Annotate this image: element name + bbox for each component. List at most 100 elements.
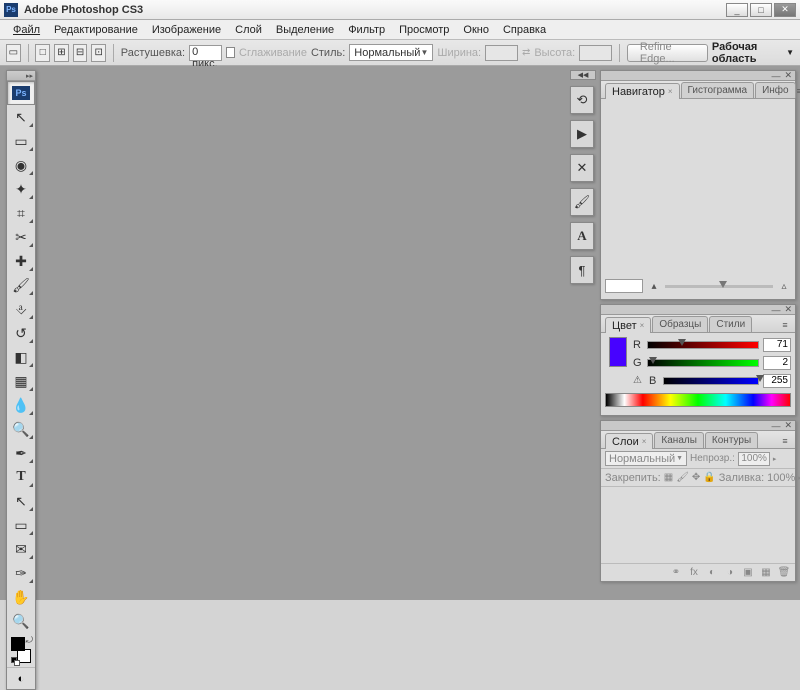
menu-window[interactable]: Окно xyxy=(456,22,496,38)
menu-filter[interactable]: Фильтр xyxy=(341,22,392,38)
minimize-button[interactable]: _ xyxy=(726,3,748,17)
r-slider[interactable] xyxy=(647,341,759,349)
panel-minimize-icon[interactable]: — xyxy=(771,421,780,431)
clone-stamp-tool[interactable]: ⎀ xyxy=(7,297,35,321)
menu-help[interactable]: Справка xyxy=(496,22,553,38)
selection-new-icon[interactable]: □ xyxy=(35,44,50,62)
dock-character-icon[interactable]: A xyxy=(570,222,594,250)
tab-paths[interactable]: Контуры xyxy=(705,432,758,448)
color-ramp[interactable] xyxy=(605,393,791,407)
lasso-tool[interactable]: ◉ xyxy=(7,153,35,177)
color-gripper[interactable]: —✕ xyxy=(601,305,795,315)
selection-subtract-icon[interactable]: ⊟ xyxy=(73,44,88,62)
tab-info[interactable]: Инфо xyxy=(755,82,796,98)
panel-close-icon[interactable]: ✕ xyxy=(784,70,792,81)
path-selection-tool[interactable]: ↖ xyxy=(7,489,35,513)
adjustment-layer-icon[interactable]: ◑ xyxy=(722,566,738,580)
tab-color[interactable]: Цвет× xyxy=(605,317,651,333)
notes-tool[interactable]: ✉ xyxy=(7,537,35,561)
menu-view[interactable]: Просмотр xyxy=(392,22,456,38)
quick-mask-button[interactable]: ◐ xyxy=(7,667,35,689)
layers-list[interactable] xyxy=(601,487,795,563)
panel-minimize-icon[interactable]: — xyxy=(771,71,780,81)
type-tool[interactable]: T xyxy=(7,465,35,489)
menu-select[interactable]: Выделение xyxy=(269,22,341,38)
shape-tool[interactable]: ▭ xyxy=(7,513,35,537)
gamut-warning-icon[interactable]: ⚠ xyxy=(633,375,645,387)
magic-wand-tool[interactable]: ✦ xyxy=(7,177,35,201)
zoom-in-icon[interactable]: ▵ xyxy=(777,279,791,293)
menu-edit[interactable]: Редактирование xyxy=(47,22,145,38)
layer-group-icon[interactable]: ▣ xyxy=(740,566,756,580)
panel-menu-icon[interactable]: ≡ xyxy=(778,318,792,332)
b-slider[interactable] xyxy=(663,377,759,385)
layer-style-icon[interactable]: fx xyxy=(686,566,702,580)
layers-gripper[interactable]: —✕ xyxy=(601,421,795,431)
blur-tool[interactable]: 💧 xyxy=(7,393,35,417)
dock-history-icon[interactable]: ⟲ xyxy=(570,86,594,114)
panel-menu-icon[interactable]: ≡ xyxy=(778,434,792,448)
dock-gripper[interactable]: ◀◀ xyxy=(570,70,596,80)
new-layer-icon[interactable]: ▦ xyxy=(758,566,774,580)
color-swatches[interactable]: ⤾ xyxy=(7,633,35,667)
zoom-percent-field[interactable] xyxy=(605,279,643,293)
feather-input[interactable]: 0 пикс. xyxy=(189,45,222,61)
panel-minimize-icon[interactable]: — xyxy=(771,305,780,315)
gradient-tool[interactable]: ▦ xyxy=(7,369,35,393)
maximize-button[interactable]: □ xyxy=(750,3,772,17)
panel-close-icon[interactable]: ✕ xyxy=(784,420,792,431)
antialias-checkbox xyxy=(226,47,235,58)
g-value[interactable]: 2 xyxy=(763,356,791,370)
dock-brushes-icon[interactable]: 🖌 xyxy=(570,188,594,216)
tab-channels[interactable]: Каналы xyxy=(654,432,704,448)
refine-edge-button[interactable]: Refine Edge... xyxy=(627,44,708,62)
zoom-slider[interactable] xyxy=(665,285,773,288)
panel-menu-icon[interactable]: ≡ xyxy=(797,84,800,98)
navigator-gripper[interactable]: —✕ xyxy=(601,71,795,81)
slice-tool[interactable]: ✂ xyxy=(7,225,35,249)
healing-brush-tool[interactable]: ✚ xyxy=(7,249,35,273)
tab-navigator[interactable]: Навигатор× xyxy=(605,83,680,99)
color-preview-swatch[interactable] xyxy=(609,337,627,367)
default-colors-icon[interactable] xyxy=(11,657,19,665)
eraser-tool[interactable]: ◧ xyxy=(7,345,35,369)
menu-layer[interactable]: Слой xyxy=(228,22,269,38)
tab-swatches[interactable]: Образцы xyxy=(652,316,708,332)
dock-toolpresets-icon[interactable]: ✕ xyxy=(570,154,594,182)
hand-tool[interactable]: ✋ xyxy=(7,585,35,609)
zoom-tool[interactable]: 🔍 xyxy=(7,609,35,633)
zoom-out-icon[interactable]: ▴ xyxy=(647,279,661,293)
r-value[interactable]: 71 xyxy=(763,338,791,352)
fill-label: Заливка: xyxy=(719,472,764,484)
tab-styles[interactable]: Стили xyxy=(709,316,752,332)
tool-preset-icon[interactable]: ▭ xyxy=(6,44,21,62)
move-tool[interactable]: ↖ xyxy=(7,105,35,129)
toolbox-gripper[interactable]: ▸▸ xyxy=(7,71,35,81)
selection-intersect-icon[interactable]: ⊡ xyxy=(91,44,106,62)
style-dropdown[interactable]: Нормальный▼ xyxy=(349,44,433,61)
marquee-tool[interactable]: ▭ xyxy=(7,129,35,153)
swap-colors-icon[interactable]: ⤾ xyxy=(26,635,34,646)
panel-close-icon[interactable]: ✕ xyxy=(784,304,792,315)
layer-mask-icon[interactable]: ◐ xyxy=(704,566,720,580)
crop-tool[interactable]: ⌗ xyxy=(7,201,35,225)
menu-image[interactable]: Изображение xyxy=(145,22,228,38)
eyedropper-tool[interactable]: ✑ xyxy=(7,561,35,585)
dock-paragraph-icon[interactable]: ¶ xyxy=(570,256,594,284)
pen-tool[interactable]: ✒ xyxy=(7,441,35,465)
foreground-swatch[interactable] xyxy=(11,637,25,651)
tab-layers[interactable]: Слои× xyxy=(605,433,653,449)
workspace-switcher[interactable]: Рабочая область▼ xyxy=(712,41,794,65)
brush-tool[interactable]: 🖌 xyxy=(7,273,35,297)
link-layers-icon[interactable]: ⚭ xyxy=(668,566,684,580)
g-slider[interactable] xyxy=(647,359,759,367)
history-brush-tool[interactable]: ↺ xyxy=(7,321,35,345)
tab-histogram[interactable]: Гистограмма xyxy=(681,82,755,98)
selection-add-icon[interactable]: ⊞ xyxy=(54,44,69,62)
close-button[interactable]: ✕ xyxy=(774,3,796,17)
delete-layer-icon[interactable]: 🗑 xyxy=(776,566,792,580)
b-value[interactable]: 255 xyxy=(763,374,791,388)
menu-file[interactable]: Файл xyxy=(6,22,47,38)
dock-actions-icon[interactable]: ▶ xyxy=(570,120,594,148)
dodge-tool[interactable]: 🔍 xyxy=(7,417,35,441)
